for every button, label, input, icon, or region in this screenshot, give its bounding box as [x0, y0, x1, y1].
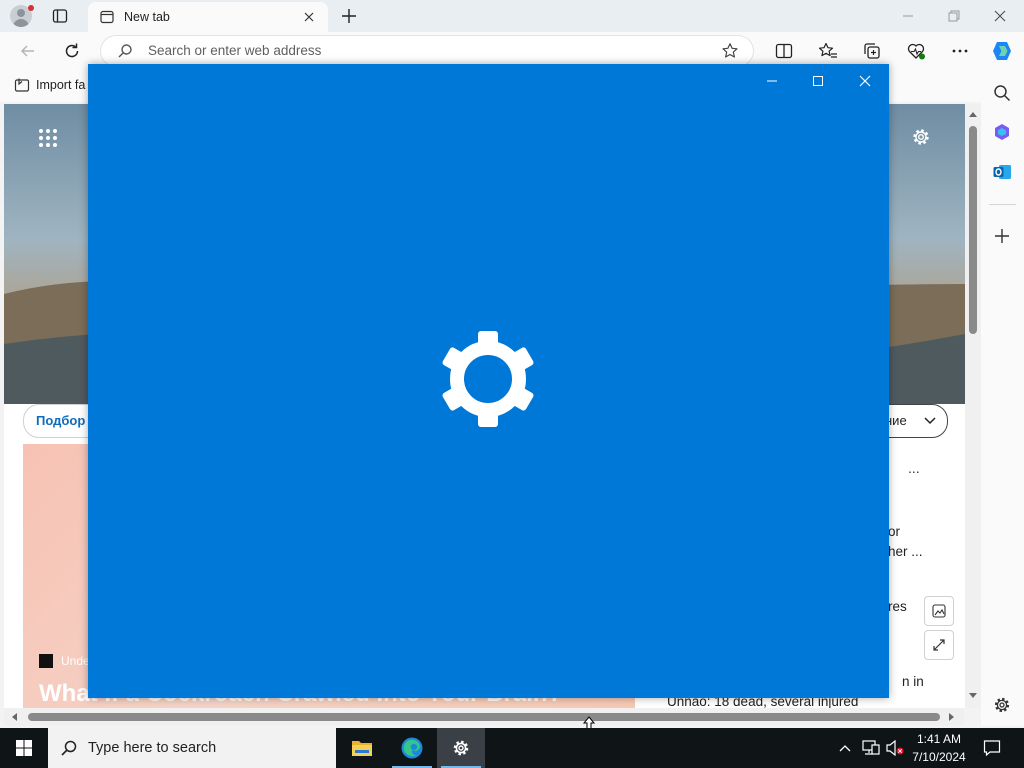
app-launcher-icon[interactable]: [38, 128, 58, 148]
scroll-down-icon[interactable]: [968, 692, 978, 700]
vertical-scrollbar[interactable]: [965, 104, 981, 708]
import-icon: [14, 78, 30, 92]
settings-gear-icon: [442, 331, 534, 427]
taskbar: Type here to search 1:41 AM 7/10/2024: [0, 728, 1024, 768]
favorites-icon[interactable]: [818, 41, 838, 61]
sidebar-divider: [989, 204, 1016, 205]
expand-button[interactable]: [924, 630, 954, 660]
favorite-star-icon[interactable]: [721, 42, 739, 60]
outlook-icon[interactable]: [992, 162, 1012, 182]
taskbar-search-box[interactable]: Type here to search: [48, 728, 336, 768]
start-button[interactable]: [0, 728, 48, 768]
edge-sidebar: [981, 70, 1024, 726]
sidebar-settings-icon[interactable]: [992, 695, 1012, 715]
page-settings-icon[interactable]: [910, 126, 932, 148]
image-icon: [932, 604, 946, 618]
new-tab-button[interactable]: [340, 7, 358, 25]
expand-icon: [933, 639, 945, 651]
notifications-icon[interactable]: [983, 739, 1001, 757]
back-icon[interactable]: [18, 41, 38, 61]
side-card-text-4: n in: [902, 674, 924, 689]
tab-bar: New tab: [0, 0, 1024, 32]
close-browser-button[interactable]: [990, 6, 1010, 26]
horizontal-scrollbar[interactable]: [4, 708, 964, 726]
collections-icon[interactable]: [862, 41, 882, 61]
network-icon[interactable]: [862, 740, 880, 756]
search-icon: [118, 44, 132, 58]
settings-splash-window: [88, 64, 889, 698]
microsoft-365-icon[interactable]: [992, 122, 1012, 142]
background-image-button[interactable]: [924, 596, 954, 626]
tab-actions-icon[interactable]: [52, 8, 68, 24]
close-tab-icon[interactable]: [302, 10, 316, 24]
restore-browser-button[interactable]: [944, 6, 964, 26]
tab-title: New tab: [124, 10, 170, 24]
edge-icon: [401, 737, 423, 759]
address-input[interactable]: Search or enter web address: [148, 43, 321, 58]
maximize-window-button[interactable]: [808, 71, 828, 91]
side-card-text-2: her ...: [888, 544, 923, 559]
side-card-text-3: res: [888, 599, 907, 614]
sidebar-search-icon[interactable]: [992, 83, 1012, 103]
clock-date[interactable]: 7/10/2024: [910, 750, 968, 764]
search-icon: [61, 740, 77, 756]
volume-muted-icon[interactable]: [885, 740, 905, 756]
import-favorites-button[interactable]: Import fa: [14, 77, 85, 93]
taskbar-edge[interactable]: [388, 728, 436, 768]
tab-new-tab[interactable]: New tab: [88, 2, 328, 32]
minimize-window-button[interactable]: [762, 71, 782, 91]
chevron-down-icon: [924, 417, 936, 425]
new-tab-page-icon: [100, 10, 114, 24]
horizontal-scroll-thumb[interactable]: [28, 713, 940, 721]
taskbar-file-explorer[interactable]: [338, 728, 386, 768]
settings-icon: [453, 740, 469, 756]
scroll-up-icon[interactable]: [968, 110, 978, 118]
close-window-button[interactable]: [855, 71, 875, 91]
address-bar[interactable]: Search or enter web address: [101, 36, 753, 66]
add-sidebar-app-icon[interactable]: [993, 227, 1011, 245]
copilot-icon[interactable]: [990, 39, 1014, 63]
browser-essentials-icon[interactable]: [906, 41, 926, 61]
profile-notification-dot: [28, 5, 34, 11]
import-favorites-label: Import fa: [36, 78, 86, 92]
feed-tab-label: Подбор: [36, 413, 86, 428]
source-logo: [39, 654, 53, 668]
scroll-right-icon[interactable]: [948, 712, 956, 722]
show-hidden-icons-icon[interactable]: [838, 742, 852, 754]
side-card-more-options[interactable]: ...: [908, 460, 920, 476]
split-screen-icon[interactable]: [774, 41, 794, 61]
refresh-icon[interactable]: [62, 41, 82, 61]
file-explorer-icon: [352, 741, 372, 756]
windows-logo-icon: [16, 740, 32, 756]
feed-card-source: Unde: [61, 654, 90, 668]
taskbar-search-placeholder: Type here to search: [88, 740, 217, 756]
taskbar-settings[interactable]: [437, 728, 485, 768]
clock-time[interactable]: 1:41 AM: [912, 732, 966, 746]
minimize-browser-button[interactable]: [898, 6, 918, 26]
scroll-left-icon[interactable]: [10, 712, 18, 722]
more-menu-icon[interactable]: [950, 41, 970, 61]
vertical-scroll-thumb[interactable]: [969, 126, 977, 334]
